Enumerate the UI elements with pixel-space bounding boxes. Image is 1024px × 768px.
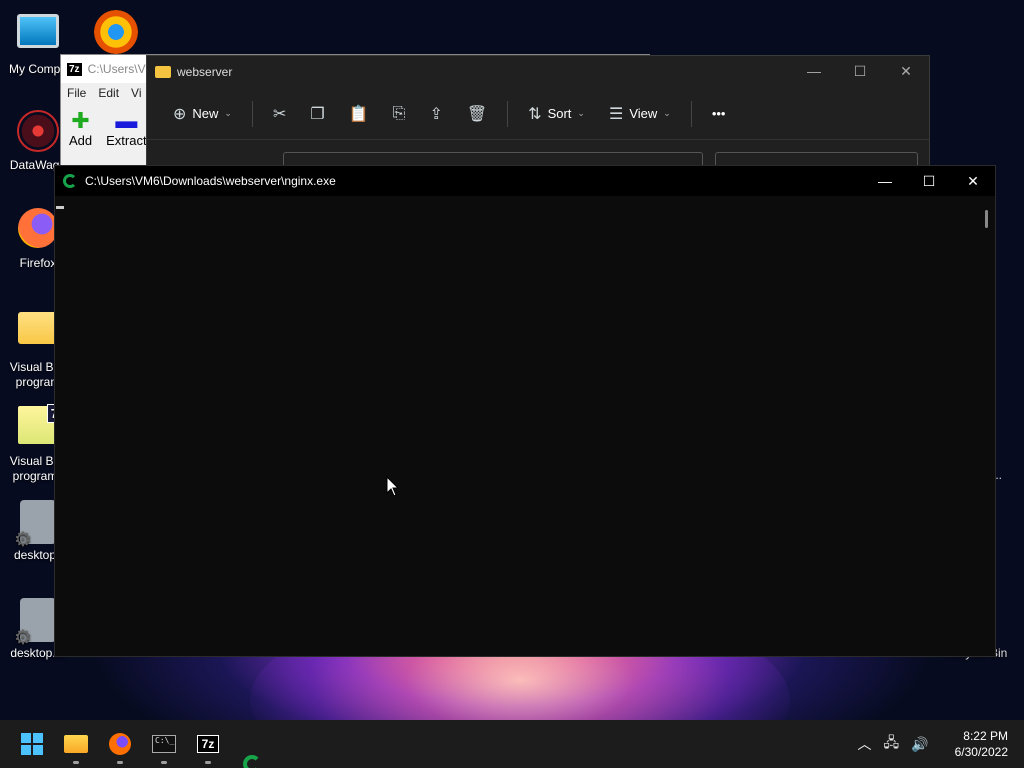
plus-icon: ✚	[71, 108, 90, 133]
nginx-icon	[243, 755, 261, 768]
share-button[interactable]: ⇪	[419, 98, 452, 130]
paste-icon: 📋	[348, 105, 369, 123]
taskbar-7zip[interactable]: 7z	[192, 728, 224, 764]
cut-button[interactable]: ✂	[263, 98, 296, 130]
explorer-command-bar: ⊕ New ⌄ ✂ ❐ 📋 ⎘ ⇪ 🗑 ⇅ Sort ⌄ ☰ View ⌄ ••…	[147, 88, 929, 140]
terminal-icon: C:\_	[152, 735, 176, 753]
sort-button[interactable]: ⇅ Sort ⌄	[518, 98, 595, 130]
extract-button[interactable]: ▬ Extract	[106, 108, 146, 149]
view-button[interactable]: ☰ View ⌄	[599, 98, 681, 130]
console-caption-buttons: — ☐ ✕	[863, 166, 995, 196]
clock-date: 6/30/2022	[954, 745, 1008, 759]
console-titlebar[interactable]: C:\Users\VM6\Downloads\webserver\nginx.e…	[55, 166, 995, 196]
explorer-title: webserver	[177, 65, 233, 79]
chevron-up-icon[interactable]: ︿	[858, 734, 872, 754]
sevenzip-icon: 7z	[197, 735, 219, 753]
windows-logo-icon	[21, 733, 43, 755]
volume-icon[interactable]: 🔊	[911, 736, 928, 753]
chevron-down-icon: ⌄	[577, 108, 585, 118]
desktop-icon-label: My Compu	[8, 62, 67, 76]
divider	[251, 100, 253, 127]
start-button[interactable]	[16, 728, 48, 760]
folder-icon	[155, 66, 171, 78]
more-options-button[interactable]: •••	[702, 98, 736, 130]
firefox-icon	[109, 733, 131, 755]
datawagon-icon	[16, 110, 60, 154]
copy-button[interactable]: ❐	[300, 98, 334, 130]
rename-button[interactable]: ⎘	[383, 98, 416, 130]
explorer-window[interactable]: webserver — ☐ ✕ ⊕ New ⌄ ✂ ❐ 📋 ⎘ ⇪ 🗑 ⇅ So…	[146, 55, 930, 175]
trash-icon: 🗑	[466, 105, 488, 123]
console-title: C:\Users\VM6\Downloads\webserver\nginx.e…	[85, 174, 336, 188]
add-button[interactable]: ✚ Add	[69, 108, 92, 149]
maximize-button[interactable]: ☐	[907, 166, 951, 196]
paste-button[interactable]: 📋	[339, 98, 379, 130]
taskbar-firefox[interactable]	[104, 728, 136, 764]
taskbar-terminal[interactable]: C:\_	[148, 728, 180, 764]
system-tray: ︿ 🖧 🔊 8:22 PM 6/30/2022	[858, 720, 1024, 768]
folder-icon	[64, 735, 88, 753]
clock[interactable]: 8:22 PM 6/30/2022	[955, 728, 1008, 760]
desktop-icon-label: Firefox	[19, 256, 57, 270]
scrollbar-thumb[interactable]	[985, 210, 988, 228]
nginx-icon	[63, 174, 77, 188]
menu-view[interactable]: Vi	[131, 86, 141, 100]
list-view-icon: ☰	[608, 105, 624, 123]
explorer-caption-buttons: — ☐ ✕	[791, 56, 929, 86]
minimize-button[interactable]: —	[863, 166, 907, 196]
minus-icon: ▬	[115, 108, 138, 133]
maximize-button[interactable]: ☐	[837, 56, 883, 86]
sevenzip-logo-icon: 7z	[67, 62, 82, 76]
menu-file[interactable]: File	[67, 86, 86, 100]
taskbar-nginx[interactable]	[236, 748, 268, 768]
chevron-down-icon: ⌄	[224, 108, 232, 118]
share-icon: ⇪	[429, 105, 443, 123]
delete-button[interactable]: 🗑	[457, 98, 497, 130]
divider	[690, 100, 692, 127]
sort-icon: ⇅	[528, 105, 542, 123]
monitor-icon	[16, 14, 60, 58]
plus-circle-icon: ⊕	[173, 105, 187, 123]
new-button[interactable]: ⊕ New ⌄	[163, 98, 242, 130]
scissors-icon: ✂	[272, 105, 287, 123]
desktop-icon-app-shortcut[interactable]	[94, 10, 138, 58]
network-icon[interactable]: 🖧	[884, 732, 900, 756]
swirl-app-icon	[94, 10, 138, 54]
divider	[507, 100, 509, 127]
text-cursor	[56, 206, 64, 209]
clock-time: 8:22 PM	[963, 729, 1008, 743]
taskbar: C:\_ 7z ︿ 🖧 🔊 8:22 PM 6/30/2022	[0, 720, 1024, 768]
close-button[interactable]: ✕	[951, 166, 995, 196]
close-button[interactable]: ✕	[883, 56, 929, 86]
menu-edit[interactable]: Edit	[98, 86, 119, 100]
nginx-console-window[interactable]: C:\Users\VM6\Downloads\webserver\nginx.e…	[54, 165, 996, 657]
sevenzip-title: C:\Users\V	[87, 62, 146, 76]
copy-icon: ❐	[310, 105, 325, 123]
rename-icon: ⎘	[392, 104, 406, 122]
taskbar-explorer[interactable]	[60, 728, 92, 764]
chevron-down-icon: ⌄	[663, 108, 671, 118]
minimize-button[interactable]: —	[791, 56, 837, 86]
